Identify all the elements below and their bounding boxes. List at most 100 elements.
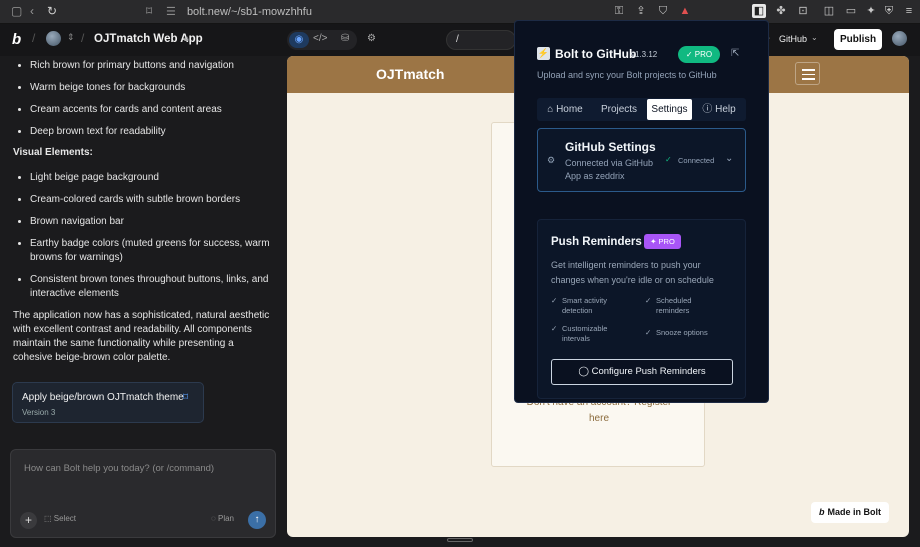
preview-eye-icon[interactable]: ◉: [289, 32, 309, 48]
url-text: bolt.new/~/sb1-mowzhhfu: [186, 6, 312, 18]
vpn-icon[interactable]: ⛨: [882, 4, 896, 18]
bookmark-icon[interactable]: ⌑: [146, 4, 152, 18]
push-reminders-title: Push Reminders: [551, 236, 642, 248]
code-icon[interactable]: </>: [313, 33, 327, 44]
feature-text: Snooze options: [656, 328, 708, 337]
bolt-logo[interactable]: b: [12, 31, 26, 48]
bolt-small-icon: b: [819, 507, 825, 517]
list-item: Earthy badge colors (muted greens for su…: [30, 237, 275, 265]
tab-projects[interactable]: Projects: [595, 99, 643, 120]
hamburger-menu-icon[interactable]: [795, 62, 820, 85]
sidebar-toggle-icon[interactable]: ▢: [11, 4, 22, 18]
popup-tabs: ⌂ Home Projects Settings ⓘ Help: [537, 98, 746, 121]
version-card-title: Apply beige/brown OJTmatch theme: [22, 392, 184, 403]
tab-help[interactable]: ⓘ Help: [695, 99, 743, 120]
site-settings-icon[interactable]: ☰: [166, 6, 176, 18]
bolt-to-github-popup: ⚡ Bolt to GitHub v1.3.12 ✓ PRO ⇱ Upload …: [514, 20, 769, 403]
github-menu[interactable]: GitHub: [779, 34, 807, 44]
feature-text: Smart activity detection: [562, 296, 608, 315]
brave-rewards-icon[interactable]: ▲: [678, 4, 692, 18]
connected-status: Connected: [678, 156, 715, 165]
visual-heading: Visual Elements:: [13, 147, 93, 158]
key-icon[interactable]: ⚿: [612, 4, 626, 18]
check-icon: ✓: [685, 50, 695, 59]
share-icon[interactable]: ⇪: [634, 4, 648, 18]
tab-settings[interactable]: Settings: [647, 99, 692, 120]
preview-path-input[interactable]: /: [446, 30, 516, 50]
lock-icon: 🔒︎: [184, 33, 189, 43]
connected-check-icon: ✓: [665, 155, 672, 164]
github-settings-card[interactable]: ⚙ GitHub Settings Connected via GitHub A…: [537, 128, 746, 192]
switch-icon[interactable]: ⇕: [67, 32, 75, 43]
sidebar-icon[interactable]: ◫: [822, 4, 836, 18]
bookmark-version-icon[interactable]: ⌑: [183, 391, 188, 405]
plan-button[interactable]: ◌ Plan: [211, 514, 234, 523]
extensions-icon[interactable]: ✤: [774, 4, 788, 18]
push-desc-line1: Get intelligent reminders to push your: [551, 260, 701, 270]
github-settings-line2: App as zeddrix: [565, 171, 625, 181]
user-avatar[interactable]: [46, 31, 61, 46]
publish-button[interactable]: Publish: [834, 29, 882, 50]
lightbulb-icon: ◌: [211, 514, 218, 523]
back-icon[interactable]: ‹: [30, 4, 34, 18]
push-pro-label: PRO: [658, 237, 675, 246]
configure-label: Configure Push Reminders: [591, 366, 706, 377]
push-reminders-card: Push Reminders ✦ PRO Get intelligent rem…: [537, 219, 746, 399]
list-item: Brown navigation bar: [30, 215, 275, 229]
resize-handle[interactable]: [447, 538, 473, 542]
made-in-bolt-label: Made in Bolt: [827, 507, 882, 517]
database-icon[interactable]: ⛁: [341, 33, 349, 44]
configure-push-reminders-button[interactable]: ◯ Configure Push Reminders: [551, 359, 733, 385]
select-button[interactable]: ⬚ Select: [44, 514, 76, 523]
preview-brand[interactable]: OJTmatch: [376, 66, 444, 82]
preview-path: /: [456, 34, 459, 45]
list-item: Light beige page background: [30, 171, 275, 185]
help-icon: ⓘ: [702, 104, 716, 115]
reload-icon[interactable]: ↻: [47, 4, 57, 18]
brave-shield-icon[interactable]: ⛉: [656, 4, 670, 18]
tab-help-label: Help: [715, 104, 736, 115]
settings-gear-icon[interactable]: ⚙: [367, 33, 376, 44]
home-icon: ⌂: [547, 104, 557, 115]
made-in-bolt-badge[interactable]: b Made in Bolt: [811, 502, 889, 523]
feature-check-icon: ✓: [645, 328, 652, 337]
pro-badge: ✓ PRO: [678, 46, 720, 63]
popup-subtitle: Upload and sync your Bolt projects to Gi…: [537, 70, 717, 80]
bell-icon: ◯: [578, 366, 592, 377]
push-desc-line2: changes when you're idle or on schedule: [551, 275, 714, 285]
leo-ai-icon[interactable]: ✦: [864, 4, 878, 18]
chevron-down-icon[interactable]: ⌄: [725, 153, 733, 164]
url-bar[interactable]: ☰ bolt.new/~/sb1-mowzhhfu: [166, 2, 506, 22]
menu-icon[interactable]: ≡: [902, 4, 916, 18]
plan-label: Plan: [217, 514, 234, 523]
list-item: Rich brown for primary buttons and navig…: [30, 59, 275, 73]
screenshot-icon[interactable]: ⊡: [796, 4, 810, 18]
feature-check-icon: ✓: [551, 296, 558, 305]
select-icon: ⬚: [44, 514, 54, 523]
summary-text: The application now has a sophisticated,…: [13, 310, 270, 363]
color-list: Rich brown for primary buttons and navig…: [0, 59, 275, 147]
pro-badge-label: PRO: [694, 50, 713, 59]
browser-toolbar: ▢ ‹ ↻ ⌑ ☰ bolt.new/~/sb1-mowzhhfu ⚿ ⇪ ⛉ …: [0, 0, 920, 24]
account-avatar[interactable]: [892, 31, 907, 46]
wallet-icon[interactable]: ▭: [844, 4, 858, 18]
add-icon[interactable]: +: [20, 512, 37, 529]
sparkle-icon: ✦: [650, 237, 659, 246]
chat-input[interactable]: How can Bolt help you today? (or /comman…: [10, 449, 276, 538]
chevron-down-icon[interactable]: ⌄: [811, 33, 818, 42]
list-item: Deep brown text for readability: [30, 125, 275, 139]
register-link[interactable]: here: [492, 413, 706, 424]
view-toggle: ◉ </> ⛁: [287, 30, 357, 50]
feature-check-icon: ✓: [645, 296, 652, 305]
external-link-icon[interactable]: ⇱: [731, 48, 739, 59]
tab-home-label: Home: [556, 104, 583, 115]
github-settings-title: GitHub Settings: [565, 140, 656, 154]
send-icon[interactable]: ↑: [248, 511, 266, 529]
list-item: Consistent brown tones throughout button…: [30, 273, 275, 301]
feature-check-icon: ✓: [551, 324, 558, 333]
version-card-version: Version 3: [22, 408, 56, 417]
feature-text: Customizable intervals: [562, 324, 608, 343]
version-card[interactable]: Apply beige/brown OJTmatch theme Version…: [12, 382, 204, 423]
bolt-extension-icon[interactable]: ◧: [752, 4, 766, 18]
tab-home[interactable]: ⌂ Home: [541, 99, 589, 120]
